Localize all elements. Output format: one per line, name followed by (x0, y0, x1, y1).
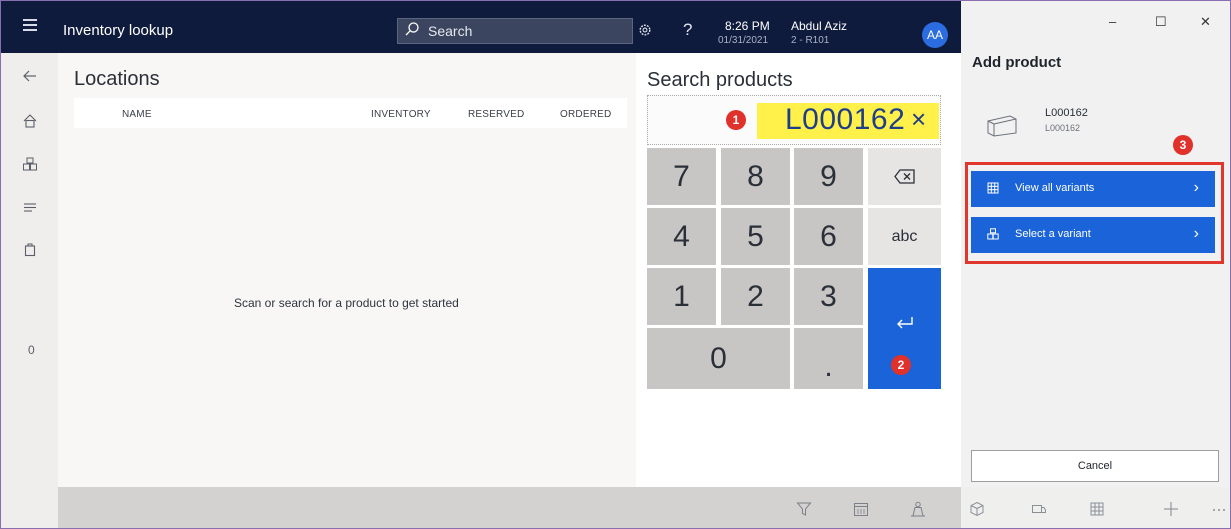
key-6[interactable]: 6 (794, 208, 863, 265)
key-1[interactable]: 1 (647, 268, 716, 325)
add-product-dialog: – ☐ ✕ Add product L000162 L000162 3 View… (961, 1, 1230, 487)
select-variant-label: Select a variant (1015, 228, 1091, 240)
search-icon (405, 22, 419, 36)
products-icon[interactable] (22, 156, 38, 172)
select-variant-button[interactable]: Select a variant › (971, 217, 1215, 253)
bag-icon[interactable] (22, 241, 38, 257)
backspace-key[interactable] (868, 148, 941, 205)
help-button[interactable]: ? (683, 20, 692, 40)
chevron-right-icon: › (1193, 225, 1199, 242)
locations-panel: Locations NAME INVENTORY RESERVED ORDERE… (58, 53, 636, 487)
truck-icon[interactable] (1031, 501, 1047, 517)
bottom-toolbar (58, 487, 1230, 528)
search-products-label: Search products (647, 69, 793, 91)
callout-badge-2: 2 (891, 355, 911, 375)
chevron-right-icon: › (1193, 179, 1199, 196)
box-icon[interactable] (969, 501, 985, 517)
view-all-variants-button[interactable]: View all variants › (971, 171, 1215, 207)
empty-state-message: Scan or search for a product to get star… (234, 296, 459, 310)
column-header-name[interactable]: NAME (122, 109, 152, 120)
key-5[interactable]: 5 (721, 208, 790, 265)
clear-entry-button[interactable]: × (911, 104, 926, 135)
products-icon (987, 228, 999, 240)
key-9[interactable]: 9 (794, 148, 863, 205)
entry-value: L000162 (785, 103, 906, 136)
bottom-toolbar-secondary (961, 487, 1230, 528)
cart-count: 0 (28, 343, 35, 357)
top-bar: Inventory lookup Search ? 8:26 PM 01/31/… (1, 1, 961, 53)
grid-icon[interactable] (1089, 501, 1105, 517)
list-icon[interactable] (22, 199, 38, 215)
clock-time: 8:26 PM (725, 19, 770, 33)
product-name: L000162 (1045, 107, 1088, 119)
backspace-icon (894, 169, 915, 184)
plus-icon[interactable] (1163, 501, 1179, 517)
key-decimal[interactable]: . (794, 328, 863, 389)
home-icon[interactable] (22, 113, 38, 129)
key-3[interactable]: 3 (794, 268, 863, 325)
back-arrow-icon[interactable] (22, 68, 38, 84)
column-header-ordered[interactable]: ORDERED (560, 109, 611, 120)
enter-icon (897, 317, 913, 329)
key-0[interactable]: 0 (647, 328, 790, 389)
grid-icon (987, 182, 999, 194)
avatar[interactable]: AA (922, 22, 948, 48)
product-search-input[interactable]: L000162 × 1 (647, 95, 941, 145)
search-button[interactable]: Search (397, 18, 633, 44)
enter-key[interactable]: 2 (868, 268, 941, 389)
sidebar: 0 (1, 53, 58, 528)
callout-badge-3: 3 (1173, 135, 1193, 155)
numpad-panel: Search products L000162 × 1 7 8 9 4 5 6 … (636, 53, 961, 487)
key-4[interactable]: 4 (647, 208, 716, 265)
calendar-icon[interactable] (853, 501, 869, 517)
clock-date: 01/31/2021 (718, 35, 769, 46)
view-all-variants-label: View all variants (1015, 182, 1095, 194)
key-2[interactable]: 2 (721, 268, 790, 325)
column-header-inventory[interactable]: INVENTORY (371, 109, 431, 120)
gear-icon[interactable] (638, 23, 652, 37)
maximize-button[interactable]: ☐ (1155, 14, 1167, 30)
close-button[interactable]: ✕ (1200, 14, 1211, 30)
filter-icon[interactable] (796, 501, 812, 517)
abc-key[interactable]: abc (868, 208, 941, 265)
product-id: L000162 (1045, 123, 1081, 133)
minimize-button[interactable]: – (1109, 14, 1116, 29)
table-header: NAME INVENTORY RESERVED ORDERED (74, 98, 627, 128)
app-window: Inventory lookup Search ? 8:26 PM 01/31/… (0, 0, 1231, 529)
page-title: Locations (74, 68, 160, 90)
search-label: Search (428, 23, 473, 39)
product-image-icon (987, 115, 1017, 137)
dialog-title: Add product (972, 54, 1062, 71)
app-title: Inventory lookup (63, 22, 174, 39)
key-7[interactable]: 7 (647, 148, 716, 205)
callout-badge-1: 1 (726, 110, 746, 130)
register-id: 2 - R101 (791, 35, 830, 46)
person-icon[interactable] (910, 501, 926, 517)
cancel-button[interactable]: Cancel (971, 450, 1219, 482)
key-8[interactable]: 8 (721, 148, 790, 205)
user-name: Abdul Aziz (791, 19, 848, 33)
more-icon[interactable] (1211, 501, 1227, 517)
hamburger-icon[interactable] (23, 19, 37, 31)
column-header-reserved[interactable]: RESERVED (468, 109, 524, 120)
